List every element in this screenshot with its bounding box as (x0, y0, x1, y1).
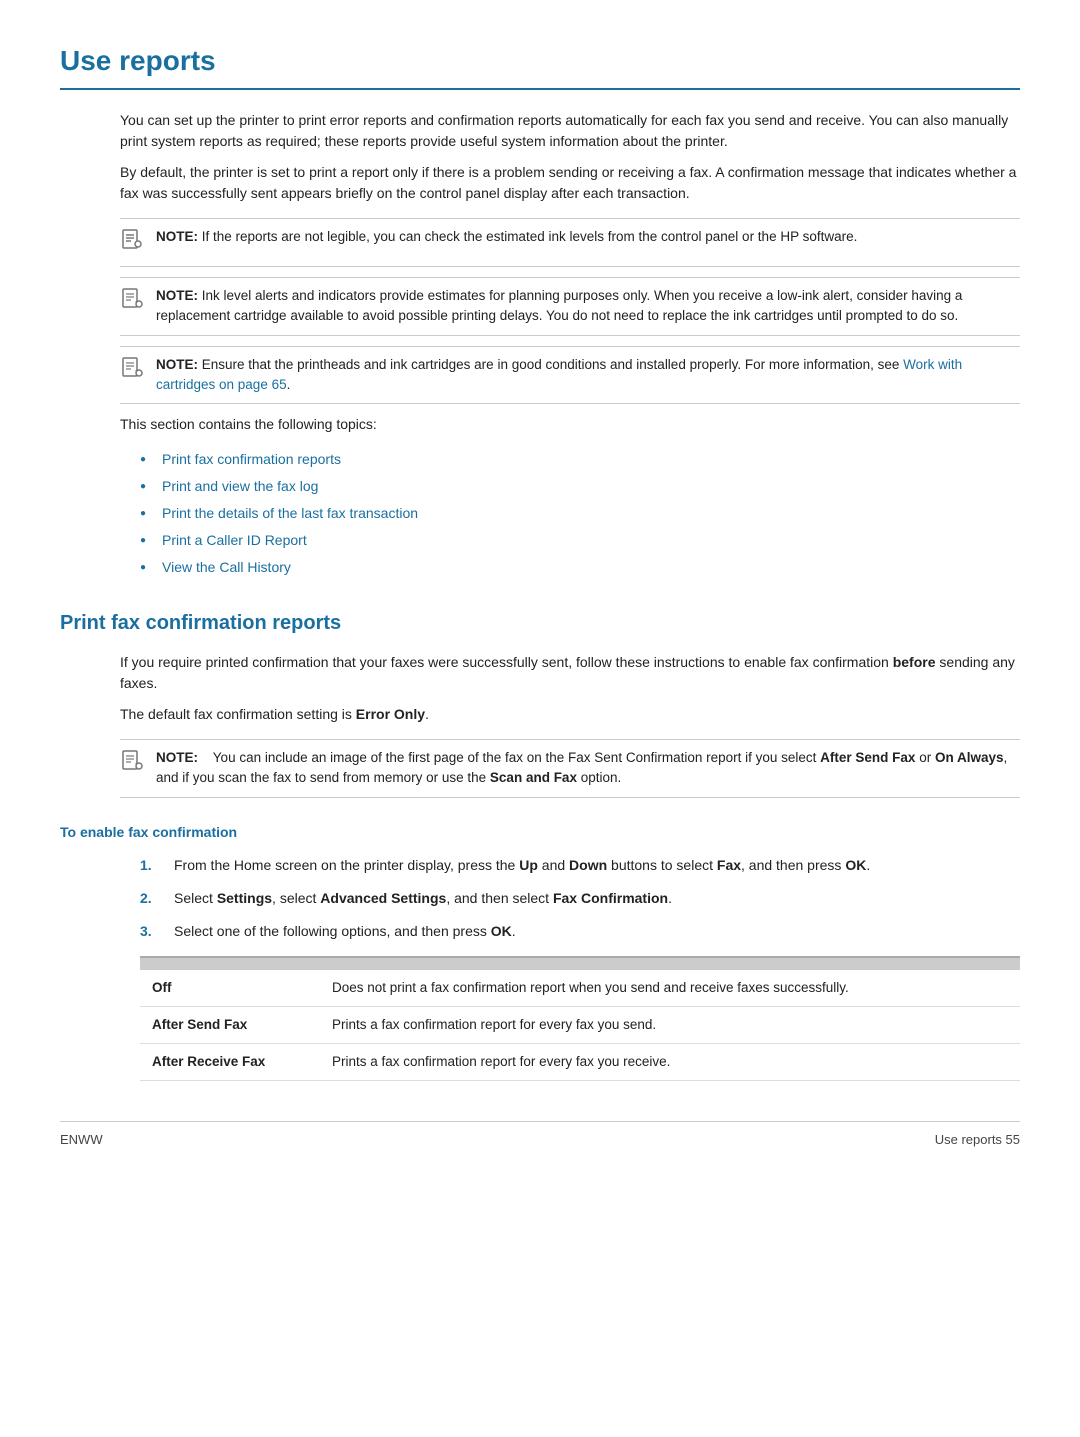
table-row: OffDoes not print a fax confirmation rep… (140, 970, 1020, 1007)
step-3-num: 3. (140, 921, 170, 942)
note-3-text: NOTE: Ensure that the printheads and ink… (156, 355, 1020, 396)
table-row: After Receive FaxPrints a fax confirmati… (140, 1044, 1020, 1081)
step-1: 1. From the Home screen on the printer d… (140, 855, 1020, 876)
section-print-fax-para1: If you require printed confirmation that… (120, 652, 1020, 694)
footer-left: ENWW (60, 1130, 103, 1150)
step-1-text: From the Home screen on the printer disp… (174, 855, 870, 876)
table-col-description (320, 957, 1020, 970)
page-title: Use reports (60, 40, 1020, 90)
table-header-row (140, 957, 1020, 970)
options-table: OffDoes not print a fax confirmation rep… (140, 956, 1020, 1082)
step-2-num: 2. (140, 888, 170, 909)
note-icon-3 (120, 356, 148, 386)
intro-para2: By default, the printer is set to print … (120, 162, 1020, 204)
topic-link-4[interactable]: Print a Caller ID Report (162, 530, 307, 551)
list-item: Print and view the fax log (140, 476, 1020, 497)
list-item: Print the details of the last fax transa… (140, 503, 1020, 524)
table-cell-description: Prints a fax confirmation report for eve… (320, 1006, 1020, 1043)
topic-link-5[interactable]: View the Call History (162, 557, 291, 578)
note-2: NOTE: Ink level alerts and indicators pr… (120, 277, 1020, 336)
note-1-label: NOTE: (156, 229, 198, 244)
section-note-label: NOTE: (156, 750, 198, 765)
table-cell-option: After Receive Fax (140, 1044, 320, 1081)
step-3: 3. Select one of the following options, … (140, 921, 1020, 942)
step-2: 2. Select Settings, select Advanced Sett… (140, 888, 1020, 909)
intro-para1: You can set up the printer to print erro… (120, 110, 1020, 152)
note-icon-section (120, 749, 148, 779)
list-item: Print fax confirmation reports (140, 449, 1020, 470)
topic-link-3[interactable]: Print the details of the last fax transa… (162, 503, 418, 524)
note-1-text: NOTE: If the reports are not legible, yo… (156, 227, 857, 247)
footer: ENWW Use reports 55 (60, 1121, 1020, 1150)
step-3-text: Select one of the following options, and… (174, 921, 516, 942)
list-item: Print a Caller ID Report (140, 530, 1020, 551)
table-cell-description: Prints a fax confirmation report for eve… (320, 1044, 1020, 1081)
note-1: NOTE: If the reports are not legible, yo… (120, 218, 1020, 267)
topic-link-2[interactable]: Print and view the fax log (162, 476, 318, 497)
note-icon-2 (120, 287, 148, 317)
note-3-label: NOTE: (156, 357, 198, 372)
topics-list: Print fax confirmation reports Print and… (140, 449, 1020, 578)
step-2-text: Select Settings, select Advanced Setting… (174, 888, 672, 909)
steps-list: 1. From the Home screen on the printer d… (140, 855, 1020, 942)
section-print-fax-block: If you require printed confirmation that… (120, 652, 1020, 725)
note-2-label: NOTE: (156, 288, 198, 303)
list-item: View the Call History (140, 557, 1020, 578)
intro-block: You can set up the printer to print erro… (120, 110, 1020, 204)
subsection-enable-title: To enable fax confirmation (60, 822, 1020, 843)
note-2-text: NOTE: Ink level alerts and indicators pr… (156, 286, 1020, 327)
table-cell-description: Does not print a fax confirmation report… (320, 970, 1020, 1007)
table-cell-option: Off (140, 970, 320, 1007)
section-note-text: NOTE: You can include an image of the fi… (156, 748, 1020, 789)
footer-right: Use reports 55 (935, 1130, 1020, 1150)
topics-intro-text: This section contains the following topi… (120, 414, 1020, 435)
table-col-option (140, 957, 320, 970)
table-row: After Send FaxPrints a fax confirmation … (140, 1006, 1020, 1043)
note-icon-1 (120, 228, 148, 258)
step-1-num: 1. (140, 855, 170, 876)
note-3: NOTE: Ensure that the printheads and ink… (120, 346, 1020, 405)
section-print-fax-title: Print fax confirmation reports (60, 608, 1020, 638)
section-print-fax-para2: The default fax confirmation setting is … (120, 704, 1020, 725)
topic-link-1[interactable]: Print fax confirmation reports (162, 449, 341, 470)
table-cell-option: After Send Fax (140, 1006, 320, 1043)
topics-intro-block: This section contains the following topi… (120, 414, 1020, 435)
section-print-fax-note: NOTE: You can include an image of the fi… (120, 739, 1020, 798)
